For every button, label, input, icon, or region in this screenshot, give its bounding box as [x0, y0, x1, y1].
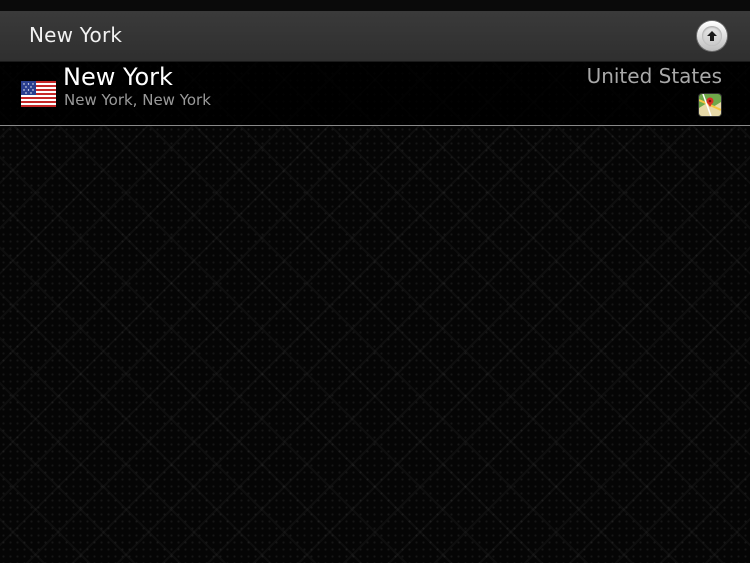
country-label: United States	[586, 64, 722, 88]
search-input[interactable]: New York	[29, 23, 122, 47]
search-bar[interactable]: New York	[0, 11, 750, 62]
upload-arrow-icon	[702, 26, 722, 46]
upload-button[interactable]	[697, 21, 727, 51]
app-screen: New York New York New York, New York Uni…	[0, 0, 750, 563]
us-flag-icon	[21, 81, 56, 107]
map-icon[interactable]	[699, 94, 721, 116]
city-subtitle: New York, New York	[64, 91, 211, 109]
list-item[interactable]: New York New York, New York United State…	[0, 62, 750, 126]
city-name: New York	[63, 63, 173, 91]
status-strip	[0, 0, 750, 11]
